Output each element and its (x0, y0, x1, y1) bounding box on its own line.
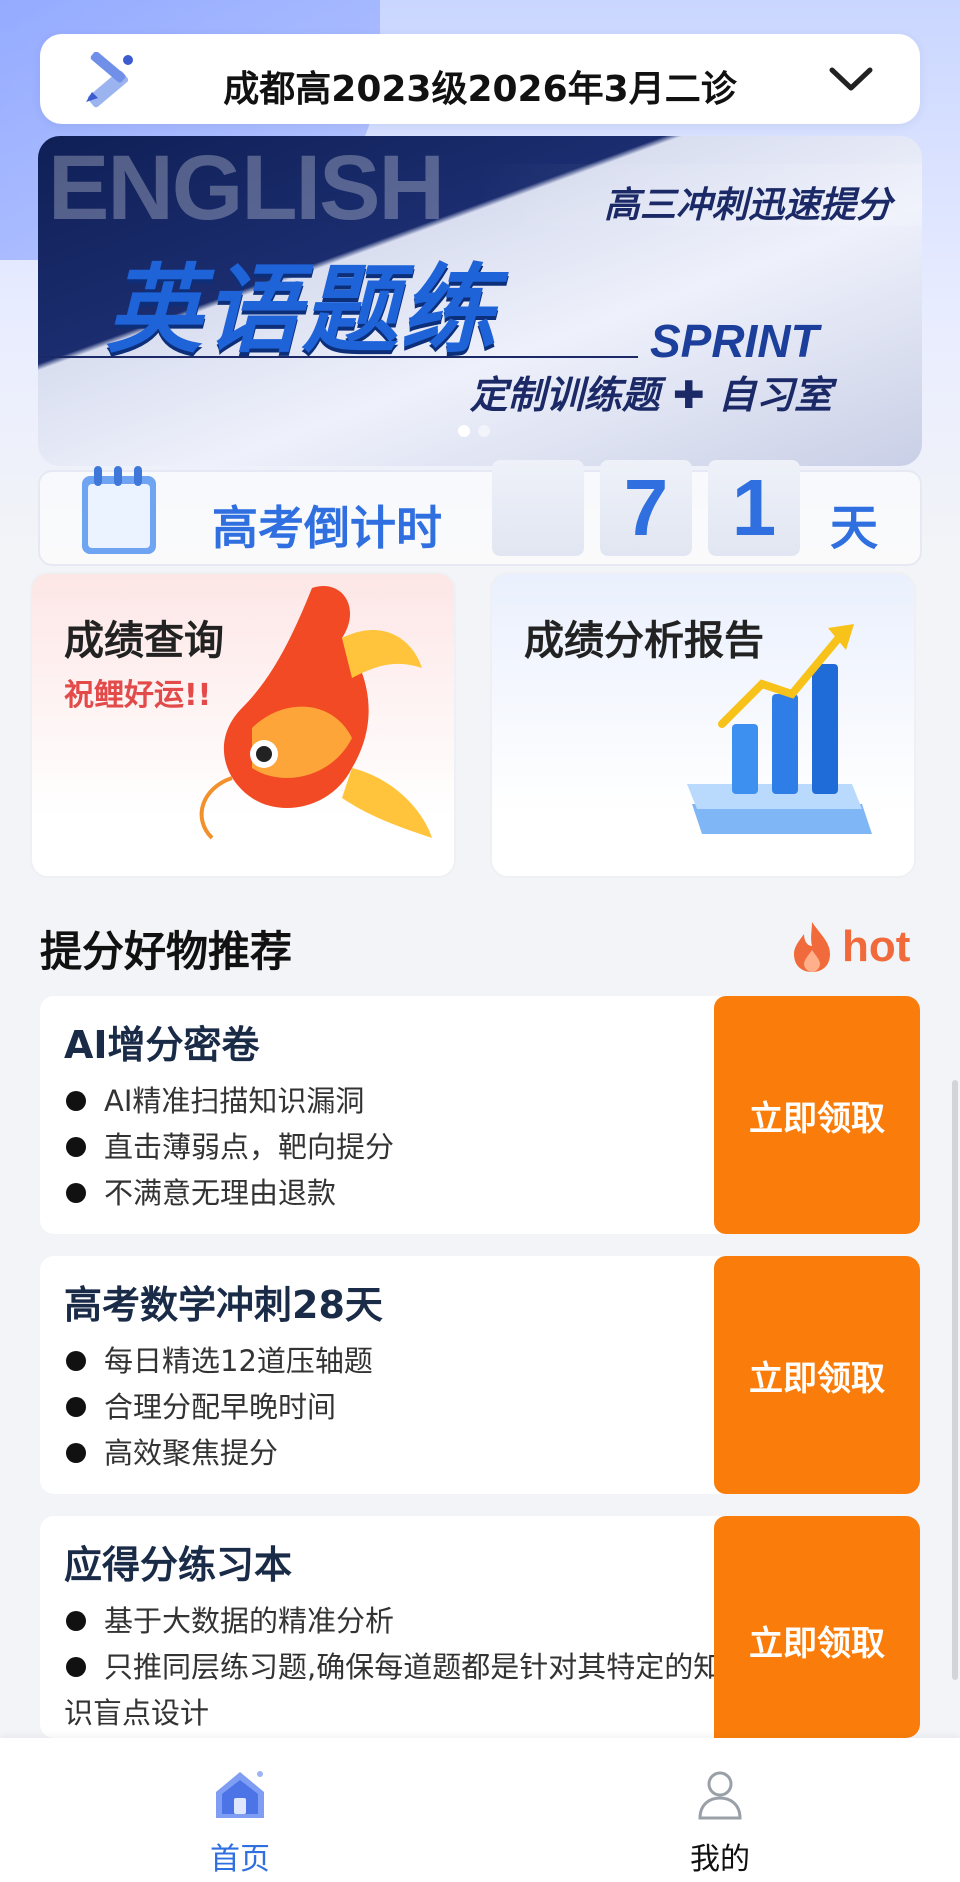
bottom-tab-bar: 首页 我的 (0, 1738, 960, 1882)
banner-slogan: 高三冲刺迅速提分 (603, 185, 892, 226)
countdown-unit: 天 (830, 500, 879, 556)
product-feature: 基于大数据的精准分析 (64, 1598, 740, 1644)
tab-me-label: 我的 (690, 1842, 750, 1877)
tab-home-label: 首页 (210, 1842, 270, 1877)
product-name: 高考数学冲刺28天 (64, 1283, 383, 1327)
user-icon (698, 1771, 742, 1820)
promo-banner[interactable]: ENGLISH 高三冲刺迅速提分 英语题练 SPRINT 定制训练题 ✚ 自习室 (38, 136, 922, 466)
home-icon (216, 1771, 264, 1818)
claim-button[interactable]: 立即领取 (714, 1516, 920, 1738)
score-query-card[interactable]: 成绩查询 祝鲤好运!! (30, 572, 456, 878)
product-feature: 高效聚焦提分 (64, 1430, 740, 1476)
tab-home[interactable]: 首页 (0, 1738, 480, 1882)
countdown-label: 高考倒计时 (212, 501, 442, 555)
countdown-digit: 1 (708, 460, 800, 556)
product-name: AI增分密卷 (64, 1023, 260, 1067)
product-card[interactable]: AI增分密卷 AI精准扫描知识漏洞 直击薄弱点，靶向提分 不满意无理由退款 立即… (40, 996, 920, 1234)
carousel-dot-active[interactable] (458, 425, 470, 437)
product-feature: 直击薄弱点，靶向提分 (64, 1124, 740, 1170)
claim-button[interactable]: 立即领取 (714, 1256, 920, 1494)
banner-sprint: SPRINT (650, 315, 819, 367)
scrollbar[interactable] (952, 1080, 958, 1680)
score-report-card[interactable]: 成绩分析报告 (490, 572, 916, 878)
claim-button[interactable]: 立即领取 (714, 996, 920, 1234)
product-feature: 只推同层练习题,确保每道题都是针对其特定的知识盲点设计 (64, 1644, 740, 1736)
countdown-digit: 7 (600, 460, 692, 556)
product-feature: 不满意无理由退款 (64, 1170, 740, 1216)
exam-selector[interactable]: 成都高2023级2026年3月二诊 (40, 34, 920, 124)
calendar-icon (82, 466, 156, 554)
section-title: 提分好物推荐 (40, 927, 293, 976)
tab-me[interactable]: 我的 (480, 1738, 960, 1882)
flame-icon (794, 922, 830, 972)
product-name: 应得分练习本 (64, 1543, 293, 1587)
banner-main-title: 英语题练 (106, 254, 498, 366)
banner-divider (38, 356, 638, 358)
koi-fish-illustration (199, 586, 432, 840)
chevron-down-icon[interactable] (826, 60, 876, 100)
score-query-subtitle: 祝鲤好运!! (64, 678, 212, 713)
product-features: 基于大数据的精准分析 只推同层练习题,确保每道题都是针对其特定的知识盲点设计 (64, 1598, 740, 1736)
bar-chart-illustration (687, 624, 872, 834)
exam-title: 成都高2023级2026年3月二诊 (223, 69, 737, 110)
carousel-dots (458, 422, 498, 441)
carousel-dot[interactable] (478, 425, 490, 437)
countdown-digit (492, 460, 584, 556)
product-feature: AI精准扫描知识漏洞 (64, 1078, 740, 1124)
banner-subline: 定制训练题 ✚ 自习室 (469, 373, 832, 417)
hot-label: hot (842, 922, 911, 971)
product-card[interactable]: 高考数学冲刺28天 每日精选12道压轴题 合理分配早晚时间 高效聚焦提分 立即领… (40, 1256, 920, 1494)
hot-badge: hot (790, 920, 920, 974)
product-feature: 合理分配早晚时间 (64, 1384, 740, 1430)
banner-bg-word: ENGLISH (48, 137, 445, 239)
product-features: 每日精选12道压轴题 合理分配早晚时间 高效聚焦提分 (64, 1338, 740, 1476)
product-card[interactable]: 应得分练习本 基于大数据的精准分析 只推同层练习题,确保每道题都是针对其特定的知… (40, 1516, 920, 1738)
exam-countdown: 高考倒计时 7 1 天 (38, 460, 922, 566)
product-feature: 每日精选12道压轴题 (64, 1338, 740, 1384)
product-features: AI精准扫描知识漏洞 直击薄弱点，靶向提分 不满意无理由退款 (64, 1078, 740, 1216)
